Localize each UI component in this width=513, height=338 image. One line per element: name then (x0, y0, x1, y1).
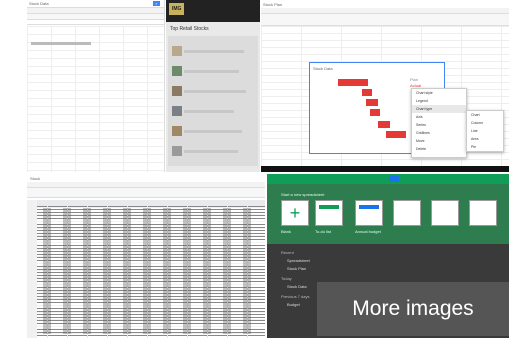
article-heading: Top Retail Stocks (170, 26, 209, 32)
gantt-bar (338, 79, 368, 86)
list-thumb (172, 106, 182, 116)
template-card[interactable] (315, 200, 343, 226)
table-header (27, 200, 265, 206)
file-row[interactable]: Stock Plan (287, 266, 306, 271)
blank-template[interactable]: + (281, 200, 309, 226)
menu-item[interactable]: Gridlines (412, 129, 466, 137)
formula-bar (27, 20, 164, 25)
menu-item[interactable]: Series (412, 121, 466, 129)
file-row[interactable]: Budget (287, 302, 300, 307)
file-row[interactable]: Spreadsheet (287, 258, 310, 263)
list-thumb (172, 146, 182, 156)
template-gallery: Start a new spreadsheet + Blank To-do li… (267, 184, 509, 244)
template-card[interactable] (355, 200, 383, 226)
app-header (267, 174, 509, 184)
list-thumb (172, 46, 182, 56)
chart-submenu: Chart Column Line Area Pie (466, 110, 504, 152)
list-item (184, 110, 234, 113)
sheet-title: Stock Data (29, 1, 49, 6)
submenu-item[interactable]: Chart (467, 111, 503, 119)
section-label: Recent (281, 250, 294, 255)
template-card[interactable] (469, 200, 497, 226)
gantt-bar (378, 121, 390, 128)
section-label: Previous 7 days (281, 294, 310, 299)
list-item (184, 70, 239, 73)
template-card[interactable] (431, 200, 459, 226)
share-button: ▪ (152, 1, 160, 6)
article-header: IMG (166, 0, 260, 22)
gantt-bar (362, 89, 372, 96)
submenu-item[interactable]: Pie (467, 143, 503, 151)
toolbar (27, 188, 265, 198)
file-row[interactable]: Stock Data (287, 284, 307, 289)
template-card[interactable] (393, 200, 421, 226)
more-images-button[interactable]: More images (317, 282, 509, 336)
sheet-titlebar: Stock Data ▪ (27, 0, 164, 8)
article-badge: IMG (169, 3, 185, 15)
chart-title: Stock Data (313, 66, 333, 71)
search-icon (389, 176, 399, 182)
gallery-header: Start a new spreadsheet (281, 192, 325, 197)
sheet-titlebar: Stock (27, 174, 265, 182)
submenu-item[interactable]: Area (467, 135, 503, 143)
menu-item[interactable]: Chart style (412, 89, 466, 97)
sheet-titlebar: Stock Plan (261, 0, 509, 8)
image-result-2[interactable]: IMG Top Retail Stocks (166, 0, 260, 172)
chart-context-menu: Chart style Legend Chart type Axis Serie… (411, 88, 467, 158)
list-thumb (172, 86, 182, 96)
legend-plan: Plan (410, 77, 419, 82)
cell-text (31, 42, 91, 45)
taskbar (261, 166, 509, 172)
menu-item[interactable]: Delete (412, 145, 466, 153)
sheet-title: Stock (30, 176, 41, 181)
list-item (184, 50, 244, 53)
toolbar (261, 14, 509, 26)
menu-item[interactable]: Chart type (412, 105, 466, 113)
gantt-bar (366, 99, 378, 106)
image-result-1[interactable]: Stock Data ▪ (27, 0, 165, 172)
section-label: Today (281, 276, 292, 281)
submenu-item[interactable]: Line (467, 127, 503, 135)
gantt-bar (370, 109, 380, 116)
image-result-3[interactable]: Stock Plan Stock Data Plan Actual Chart … (261, 0, 509, 172)
list-thumb (172, 126, 182, 136)
gantt-bar (386, 131, 406, 138)
card-label: To-do list (315, 229, 332, 234)
cell-values (39, 208, 261, 334)
article-list (168, 36, 258, 166)
card-label: Blank (281, 229, 292, 234)
menu-item[interactable]: Legend (412, 97, 466, 105)
list-item (184, 130, 242, 133)
cell-grid (27, 26, 164, 172)
image-result-4[interactable]: Stock (27, 174, 265, 338)
menu-item[interactable]: Axis (412, 113, 466, 121)
list-item (184, 150, 238, 153)
data-table (27, 200, 265, 338)
list-thumb (172, 66, 182, 76)
submenu-item[interactable]: Column (467, 119, 503, 127)
menu-item[interactable]: Move (412, 137, 466, 145)
card-label: Annual budget (355, 229, 381, 234)
row-numbers (27, 200, 37, 338)
sheet-title: Stock Plan (263, 2, 283, 7)
list-item (184, 90, 246, 93)
